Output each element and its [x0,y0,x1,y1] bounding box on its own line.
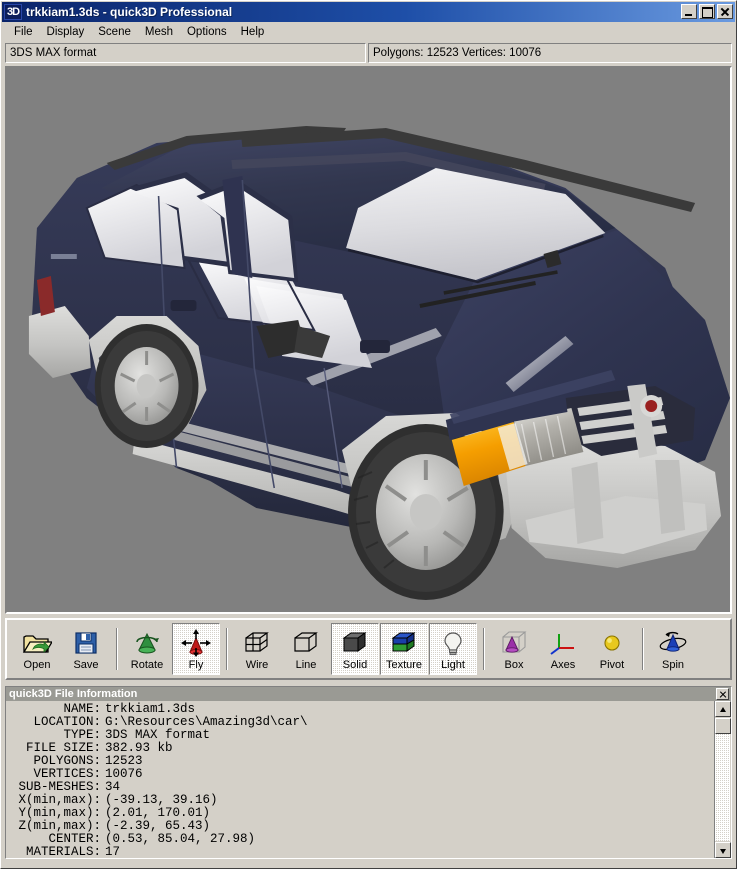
lightbulb-icon [437,628,469,658]
file-information-panel: quick3D File Information NAME: trkkiam1.… [5,686,732,859]
open-folder-icon [21,628,53,658]
file-information-title: quick3D File Information [9,687,138,700]
menu-item-help[interactable]: Help [234,24,272,40]
window-title: trkkiam1.3ds - quick3D Professional [26,5,233,19]
tool-wire-label: Wire [245,659,269,671]
tool-line[interactable]: Line [282,623,330,675]
info-value: 3DS MAX format [105,728,211,742]
tool-pivot[interactable]: Pivot [588,623,636,675]
app-logo-icon: 3D [4,4,22,20]
render-viewport[interactable] [7,68,730,612]
caption-buttons [681,4,733,19]
close-button[interactable] [717,4,733,19]
tool-axes-label: Axes [550,659,576,671]
solid-cube-icon [339,628,371,658]
tool-box[interactable]: Box [490,623,538,675]
chevron-down-icon [720,849,726,854]
floppy-disk-icon [70,628,102,658]
tool-fly[interactable]: Fly [172,623,220,675]
quick3d-window: 3D trkkiam1.3ds - quick3D Professional F… [0,0,737,869]
info-value: 12523 [105,754,143,768]
toolbar-separator [483,628,485,670]
file-information-header: quick3D File Information [6,687,731,701]
axes-icon [547,628,579,658]
menu-bar: File Display Scene Mesh Options Help [1,22,736,42]
tool-light-label: Light [441,659,465,671]
menu-item-options[interactable]: Options [180,24,234,40]
main-toolbar: Open Save Rotate Fly Wire Line Solid Tex… [5,618,732,680]
info-value: 10076 [105,767,143,781]
scrollbar-track[interactable] [715,734,730,841]
tool-wire[interactable]: Wire [233,623,281,675]
tool-spin[interactable]: Spin [649,623,697,675]
scrollbar-thumb[interactable] [715,718,731,734]
menu-item-scene[interactable]: Scene [91,24,138,40]
texture-cube-icon [388,628,420,658]
tool-line-label: Line [295,659,317,671]
file-information-close-button[interactable] [716,688,729,700]
tool-fly-label: Fly [188,659,204,671]
menu-item-display[interactable]: Display [40,24,92,40]
chevron-up-icon [720,707,726,712]
title-bar: 3D trkkiam1.3ds - quick3D Professional [2,2,735,22]
tool-light[interactable]: Light [429,623,477,675]
info-value: (0.53, 85.04, 27.98) [105,832,256,846]
fly-arrows-icon [180,628,212,658]
viewport-frame[interactable] [5,66,732,614]
info-label: MATERIALS: [25,845,101,859]
status-strip: 3DS MAX format Polygons: 12523 Vertices:… [5,43,732,63]
toolbar-separator [226,628,228,670]
info-value: 17 [105,845,121,859]
bounding-box-icon [498,628,530,658]
tool-solid[interactable]: Solid [331,623,379,675]
info-row: MATERIALS: 17 [8,845,714,859]
format-status-field: 3DS MAX format [5,43,366,63]
tool-save-label: Save [73,659,99,671]
tool-axes[interactable]: Axes [539,623,587,675]
toolbar-separator [116,628,118,670]
car-model-render [7,68,730,612]
tool-rotate-label: Rotate [130,659,164,671]
scroll-down-button[interactable] [715,842,731,858]
info-value: 382.93 kb [105,741,173,755]
tool-texture[interactable]: Texture [380,623,428,675]
tool-open[interactable]: Open [13,623,61,675]
maximize-button[interactable] [699,4,715,19]
tool-texture-label: Texture [385,659,423,671]
tool-box-label: Box [504,659,524,671]
toolbar-separator [642,628,644,670]
menu-item-file[interactable]: File [7,24,40,40]
tool-open-label: Open [23,659,51,671]
window-bottom-frame [1,864,736,868]
tool-solid-label: Solid [342,659,368,671]
file-information-scrollbar[interactable] [714,701,731,858]
line-cube-icon [290,628,322,658]
spin-orbit-icon [657,628,689,658]
menu-item-mesh[interactable]: Mesh [138,24,180,40]
minimize-button[interactable] [681,4,697,19]
tool-rotate[interactable]: Rotate [123,623,171,675]
tool-pivot-label: Pivot [599,659,625,671]
tool-save[interactable]: Save [62,623,110,675]
mesh-counts-field: Polygons: 12523 Vertices: 10076 [368,43,732,63]
wireframe-cube-icon [241,628,273,658]
scroll-up-button[interactable] [715,701,731,717]
file-information-body: NAME: trkkiam1.3ds LOCATION: G:\Resource… [6,701,714,859]
rotate-cone-icon [131,628,163,658]
tool-spin-label: Spin [661,659,685,671]
pivot-sphere-icon [596,628,628,658]
